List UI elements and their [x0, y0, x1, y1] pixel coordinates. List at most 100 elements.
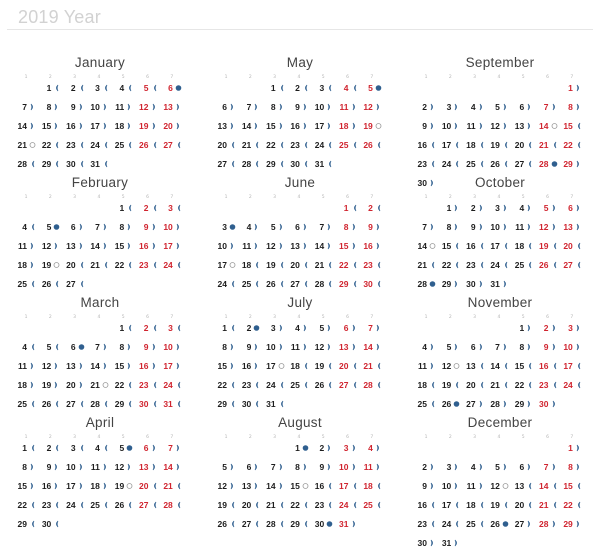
day-cell[interactable]: 31	[329, 518, 359, 532]
day-cell[interactable]: 24	[153, 379, 183, 393]
day-number: 4	[470, 102, 476, 112]
waning-crescent-icon	[575, 381, 582, 389]
day-cell[interactable]: 26	[353, 139, 383, 153]
day-cell[interactable]: 5	[353, 82, 383, 96]
day-cell[interactable]: 15	[553, 480, 583, 494]
day-number: 25	[90, 500, 100, 510]
weekday-header: 4	[297, 75, 301, 80]
day-cell[interactable]: 8	[553, 101, 583, 115]
waning-crescent-icon	[375, 204, 382, 212]
day-number: 7	[543, 102, 549, 112]
day-cell[interactable]: 13	[553, 221, 583, 235]
weekday-header: 4	[97, 195, 101, 200]
day-number: 23	[66, 140, 76, 150]
waxing-crescent-icon	[575, 444, 582, 452]
weekday-header: 5	[121, 435, 125, 440]
weekday-header: 3	[473, 315, 477, 320]
day-cell[interactable]: 19	[353, 120, 383, 134]
day-cell[interactable]: 21	[353, 360, 383, 374]
month-may: May 1 2 3 4 5 6 7 1 2 3 4 5 6 7 8 9 10 11 12 13 14 15 16 17 18 19 2…	[200, 48, 400, 169]
day-cell[interactable]: 7	[353, 322, 383, 336]
day-cell[interactable]: 14	[153, 461, 183, 475]
day-cell[interactable]: 2	[353, 202, 383, 216]
weekday-header: 1	[224, 435, 228, 440]
day-number: 20	[163, 121, 173, 131]
day-number: 7	[22, 102, 27, 112]
day-cell[interactable]: 17	[153, 360, 183, 374]
waning-crescent-icon	[575, 261, 582, 269]
day-cell[interactable]: 16	[353, 240, 383, 254]
day-number: 18	[466, 500, 476, 510]
day-cell[interactable]: 17	[153, 240, 183, 254]
weekday-header: 5	[121, 315, 125, 320]
day-cell[interactable]: 10	[153, 221, 183, 235]
day-cell[interactable]: 15	[553, 120, 583, 134]
title-divider	[7, 29, 593, 30]
day-cell[interactable]: 14	[353, 341, 383, 355]
day-cell[interactable]: 24	[553, 379, 583, 393]
day-number: 16	[363, 241, 373, 251]
day-cell[interactable]: 10	[553, 341, 583, 355]
day-cell[interactable]: 24	[153, 259, 183, 273]
day-cell[interactable]: 1	[553, 442, 583, 456]
day-number: 22	[266, 140, 276, 150]
day-number: 12	[490, 481, 500, 491]
day-cell[interactable]: 3	[153, 322, 183, 336]
day-number: 28	[266, 519, 276, 529]
day-cell[interactable]: 10	[153, 341, 183, 355]
day-cell[interactable]: 30	[31, 518, 61, 532]
day-cell[interactable]: 4	[353, 442, 383, 456]
day-cell[interactable]: 12	[353, 101, 383, 115]
day-cell[interactable]: 27	[553, 259, 583, 273]
day-cell[interactable]: 11	[353, 461, 383, 475]
waning-crescent-icon	[78, 280, 85, 288]
day-cell[interactable]: 28	[353, 379, 383, 393]
day-number: 5	[543, 203, 549, 213]
day-cell[interactable]: 9	[353, 221, 383, 235]
day-number: 10	[339, 462, 349, 472]
day-cell[interactable]: 17	[553, 360, 583, 374]
day-cell[interactable]: 18	[353, 480, 383, 494]
day-cell[interactable]: 23	[353, 259, 383, 273]
weekday-header: 3	[73, 75, 77, 80]
day-number: 6	[168, 83, 173, 93]
day-cell[interactable]: 13	[153, 101, 183, 115]
day-cell[interactable]: 27	[153, 139, 183, 153]
day-number: 9	[46, 462, 52, 472]
day-number: 14	[163, 462, 173, 472]
day-cell[interactable]: 3	[153, 202, 183, 216]
day-cell[interactable]: 6	[153, 82, 183, 96]
month-february: February 1 2 3 4 5 6 7 1 2 3 4 5 6 7 8 9 10 11 12 13 14 15 16 17…	[0, 168, 200, 289]
day-cell[interactable]: 3	[553, 322, 583, 336]
day-cell[interactable]: 21	[153, 480, 183, 494]
day-cell[interactable]: 6	[553, 202, 583, 216]
day-number: 15	[266, 121, 276, 131]
day-cell[interactable]: 31	[431, 537, 461, 551]
day-cell[interactable]: 1	[553, 82, 583, 96]
weekday-header: 6	[146, 75, 149, 80]
weekday-header: 4	[497, 435, 501, 440]
day-number: 10	[163, 222, 173, 232]
day-cell[interactable]: 28	[153, 499, 183, 513]
day-number: 5	[119, 443, 125, 453]
day-number: 4	[22, 342, 27, 352]
day-cell[interactable]: 29	[553, 518, 583, 532]
day-number: 5	[222, 462, 227, 472]
day-cell[interactable]: 7	[153, 442, 183, 456]
day-cell[interactable]: 22	[553, 499, 583, 513]
day-number: 23	[363, 260, 373, 270]
waxing-crescent-icon	[175, 463, 182, 471]
month-title: August	[278, 415, 322, 430]
day-cell[interactable]: 20	[553, 240, 583, 254]
day-cell[interactable]: 25	[353, 499, 383, 513]
day-number: 21	[90, 380, 100, 390]
day-number: 16	[241, 361, 252, 371]
day-cell[interactable]: 22	[553, 139, 583, 153]
day-number: 19	[363, 121, 373, 131]
day-cell[interactable]: 20	[153, 120, 183, 134]
day-number: 3	[270, 323, 276, 333]
day-number: 25	[114, 140, 125, 150]
day-number: 16	[290, 121, 300, 131]
day-number: 1	[46, 83, 52, 93]
day-cell[interactable]: 8	[553, 461, 583, 475]
